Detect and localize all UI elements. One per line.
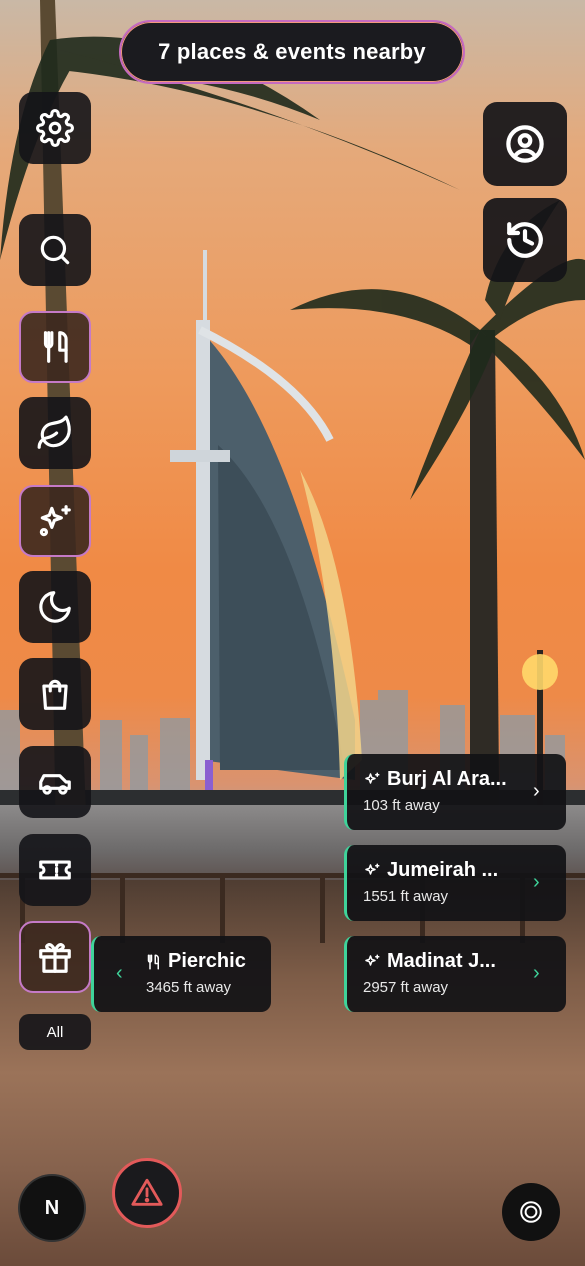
category-shopping-button[interactable] [19,658,91,730]
sparkles-icon [39,505,71,537]
category-transport-button[interactable] [19,746,91,818]
shopping-bag-icon [42,679,68,710]
history-button[interactable] [483,198,567,282]
place-card-title-row: Pierchic [144,950,246,973]
category-all-button[interactable]: All [19,1014,91,1050]
place-card-title-row: Madinat J... [363,950,496,973]
gear-icon [36,109,74,147]
nearby-count-label: 7 places & events nearby [158,39,426,64]
category-offers-button[interactable] [19,921,91,993]
category-events-button[interactable] [19,834,91,906]
chevron-right-icon: › [533,962,540,984]
sparkles-icon [365,772,380,784]
sparkles-icon [365,954,380,966]
place-card-title: Madinat J... [387,950,496,972]
settings-button[interactable] [19,92,91,164]
sparkles-icon [365,863,380,875]
alert-button[interactable] [112,1158,182,1228]
ticket-icon [39,860,71,880]
place-card-title: Jumeirah ... [387,859,499,881]
fork-knife-icon [43,331,68,363]
nearby-count-pill[interactable]: 7 places & events nearby [119,20,465,84]
place-card-title-row: Jumeirah ... [363,859,498,882]
user-circle-icon [506,125,544,163]
profile-button[interactable] [483,102,567,186]
place-card-title-row: Burj Al Ara... [363,768,507,791]
category-nature-button[interactable] [19,397,91,469]
place-card-distance: 103 ft away [363,797,440,814]
place-card[interactable]: Madinat J... 2957 ft away › [344,936,566,1012]
place-card[interactable]: Burj Al Ara... 103 ft away › [344,754,566,830]
moon-icon [39,591,71,623]
gift-icon [39,943,71,973]
history-icon [507,222,543,258]
fork-knife-icon [147,954,159,969]
place-card-title: Burj Al Ara... [387,768,507,790]
place-card[interactable]: ‹ Pierchic 3465 ft away [91,936,271,1012]
search-button[interactable] [19,214,91,286]
recenter-button[interactable] [502,1183,560,1241]
dev-badge-button[interactable]: N [20,1176,84,1240]
place-card[interactable]: Jumeirah ... 1551 ft away › [344,845,566,921]
car-icon [39,774,71,795]
place-card-title: Pierchic [168,950,246,972]
category-all-label: All [46,1023,64,1041]
target-icon [520,1201,542,1223]
category-nightlife-button[interactable] [19,571,91,643]
warning-triangle-icon [131,1178,163,1206]
place-card-distance: 1551 ft away [363,888,449,905]
leaf-icon [37,415,71,449]
place-card-distance: 3465 ft away [146,979,232,996]
chevron-right-icon: › [533,780,540,802]
place-card-distance: 2957 ft away [363,979,449,996]
category-food-button[interactable] [19,311,91,383]
chevron-left-icon: ‹ [116,962,123,984]
chevron-right-icon: › [533,871,540,893]
n-badge-label: N [44,1196,60,1219]
category-highlights-button[interactable] [19,485,91,557]
search-icon [40,235,70,265]
